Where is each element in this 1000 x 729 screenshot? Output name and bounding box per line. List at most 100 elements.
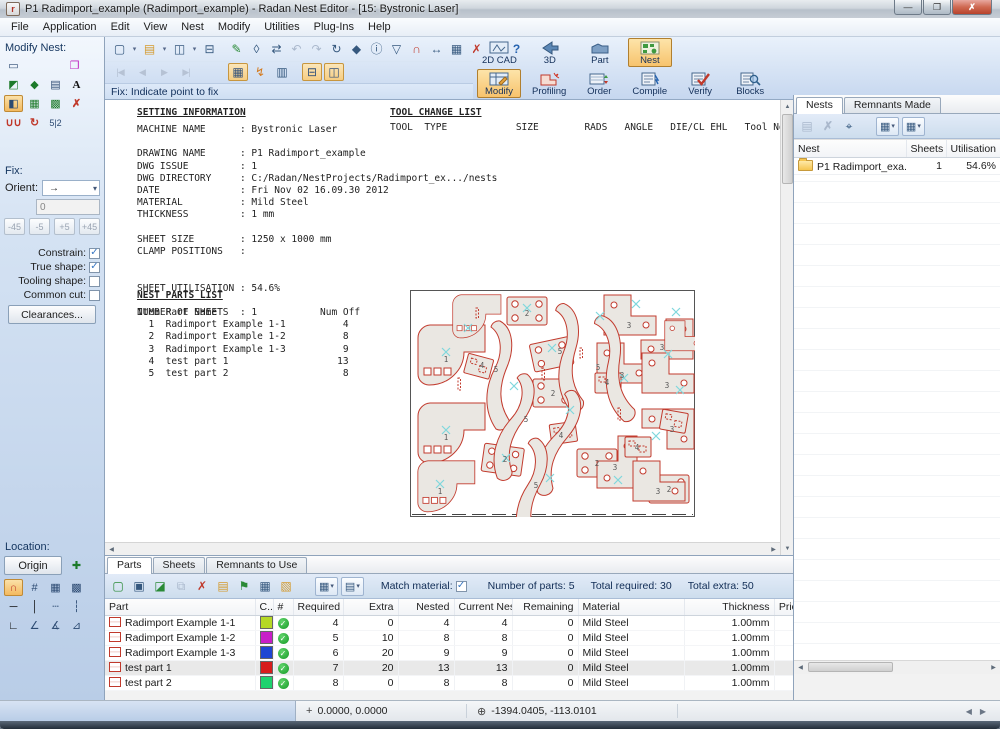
new-caret-icon[interactable]: ▾ bbox=[130, 40, 139, 58]
edit-icon[interactable]: ✎ bbox=[227, 40, 246, 58]
column-options-dropdown[interactable]: ▦▾ bbox=[902, 117, 925, 136]
table-row[interactable]: Radimport Example 1-1 ✓ 4 0 4 4 0 Mild S… bbox=[105, 616, 816, 631]
panel-scroll-arrows[interactable]: ◀▶ bbox=[966, 707, 1000, 716]
tooling-shape-checkbox[interactable] bbox=[89, 276, 100, 287]
document-vertical-scrollbar[interactable]: ▲ ▼ bbox=[780, 100, 793, 555]
move-part-icon[interactable]: ◩ bbox=[4, 76, 23, 93]
mode-profiling-button[interactable]: Profiling bbox=[527, 69, 571, 98]
rotate-part-icon[interactable]: ↻ bbox=[25, 114, 44, 131]
document-horizontal-scrollbar[interactable]: ◀ ▶ bbox=[105, 542, 780, 555]
angle-input[interactable] bbox=[36, 199, 100, 215]
tab-parts[interactable]: Parts bbox=[107, 557, 152, 574]
sheet-outline-icon[interactable]: ▭ bbox=[4, 57, 23, 74]
tab-remnants-to-use[interactable]: Remnants to Use bbox=[206, 557, 307, 573]
split-vertical-icon[interactable]: ◫ bbox=[324, 63, 344, 81]
lasso-icon[interactable]: ∪∪ bbox=[4, 114, 23, 131]
pick-icon[interactable]: ◆ bbox=[347, 40, 366, 58]
tab-sheets[interactable]: Sheets bbox=[153, 557, 206, 573]
mode-compile-button[interactable]: Compile bbox=[627, 69, 672, 98]
scroll-left-icon[interactable]: ◀ bbox=[794, 661, 807, 674]
right-triangle-icon[interactable]: ⊿ bbox=[67, 617, 86, 634]
calculator-icon[interactable]: ▦ bbox=[447, 40, 466, 58]
copy-part-icon[interactable]: ⧉ bbox=[172, 577, 190, 595]
open-icon[interactable]: ▤ bbox=[140, 40, 159, 58]
fix-part-icon[interactable]: ◧ bbox=[4, 95, 23, 112]
rotate-plus45-button[interactable]: +45 bbox=[79, 218, 100, 235]
offset-h-icon[interactable]: ┄ bbox=[46, 598, 65, 615]
table-row-selected[interactable]: test part 1 ✓ 7 20 13 13 0 Mild Steel 1.… bbox=[105, 661, 816, 676]
menu-modify[interactable]: Modify bbox=[211, 19, 257, 35]
renest-icon[interactable]: ▩ bbox=[46, 95, 65, 112]
probe-icon[interactable]: ◊ bbox=[247, 40, 266, 58]
sheet-grid-icon[interactable]: ▥ bbox=[272, 63, 292, 81]
swap-icon[interactable]: ⇄ bbox=[267, 40, 286, 58]
redo-icon[interactable]: ↷ bbox=[307, 40, 326, 58]
menu-nest[interactable]: Nest bbox=[174, 19, 211, 35]
menu-edit[interactable]: Edit bbox=[104, 19, 137, 35]
scrollbar-thumb[interactable] bbox=[782, 114, 793, 184]
table-row[interactable]: Radimport Example 1-2 ✓ 5 10 8 8 0 Mild … bbox=[105, 631, 816, 646]
undo-icon[interactable]: ↶ bbox=[287, 40, 306, 58]
new-part-icon[interactable]: ▢ bbox=[109, 577, 127, 595]
next-sheet-icon[interactable]: ▶ bbox=[154, 64, 174, 81]
menu-plugins[interactable]: Plug-Ins bbox=[307, 19, 361, 35]
first-sheet-icon[interactable]: |◀ bbox=[110, 64, 130, 81]
mode-2dcad-button[interactable]: 2D CAD bbox=[477, 38, 522, 67]
open-part-icon[interactable]: ▤ bbox=[214, 577, 232, 595]
exit-nest-icon[interactable]: ❐ bbox=[65, 57, 84, 74]
orient-dropdown[interactable]: → ▾ bbox=[42, 180, 100, 196]
datum-cross-icon[interactable]: ✚ bbox=[67, 557, 86, 574]
sheet-view-icon[interactable]: ▦ bbox=[228, 63, 248, 81]
add-part-icon[interactable]: ◪ bbox=[151, 577, 169, 595]
info-icon[interactable]: ⓘ bbox=[367, 40, 386, 58]
locate-nest-icon[interactable]: ⌖ bbox=[840, 117, 858, 135]
measured-angle-icon[interactable]: ∡ bbox=[46, 617, 65, 634]
split-horizontal-icon[interactable]: ⊟ bbox=[302, 63, 322, 81]
match-material-checkbox[interactable] bbox=[456, 581, 467, 592]
minimize-button[interactable]: — bbox=[894, 0, 922, 15]
nest-document[interactable]: SETTING INFORMATION MACHINE NAME : Bystr… bbox=[105, 100, 780, 542]
fine-grid-icon[interactable]: ▦ bbox=[46, 579, 65, 596]
measure-icon[interactable]: ↔ bbox=[427, 40, 446, 58]
scrollbar-thumb[interactable] bbox=[808, 662, 893, 672]
add-part-icon[interactable]: ◆ bbox=[25, 76, 44, 93]
open-nest-icon[interactable]: ▤ bbox=[798, 117, 816, 135]
rotate-view-icon[interactable]: ↻ bbox=[327, 40, 346, 58]
delete-icon[interactable]: ✗ bbox=[67, 95, 86, 112]
rotate-plus5-button[interactable]: +5 bbox=[54, 218, 75, 235]
grid-icon[interactable]: # bbox=[25, 579, 44, 596]
new-icon[interactable]: ▢ bbox=[110, 40, 129, 58]
nest-block-icon[interactable]: ▦ bbox=[25, 95, 44, 112]
nest-preview[interactable]: 1 1 1 2 2 2 2 2 3 3 3 3 3 3 3 4 4 4 4 5 … bbox=[410, 290, 695, 517]
print-icon[interactable]: ⊟ bbox=[200, 40, 219, 58]
open-caret-icon[interactable]: ▾ bbox=[160, 40, 169, 58]
flag-icon[interactable]: ⚑ bbox=[235, 577, 253, 595]
tab-remnants-made[interactable]: Remnants Made bbox=[844, 97, 941, 113]
origin-button[interactable]: Origin bbox=[4, 556, 62, 575]
view-mode-dropdown[interactable]: ▦▾ bbox=[315, 577, 338, 596]
delete-nest-icon[interactable]: ✗ bbox=[819, 117, 837, 135]
true-shape-checkbox[interactable] bbox=[89, 262, 100, 273]
menu-file[interactable]: File bbox=[4, 19, 36, 35]
rotate-minus5-button[interactable]: -5 bbox=[29, 218, 50, 235]
column-options-dropdown[interactable]: ▤▾ bbox=[341, 577, 364, 596]
delete-part-icon[interactable]: ✗ bbox=[193, 577, 211, 595]
table-view-icon[interactable]: ▦ bbox=[256, 577, 274, 595]
rotate-minus45-button[interactable]: -45 bbox=[4, 218, 25, 235]
mode-verify-button[interactable]: Verify bbox=[678, 69, 722, 98]
maximize-button[interactable]: ❐ bbox=[923, 0, 951, 15]
save-icon[interactable]: ◫ bbox=[170, 40, 189, 58]
common-cut-checkbox[interactable] bbox=[89, 290, 100, 301]
table-row[interactable]: Radimport Example 1-3 ✓ 6 20 9 9 0 Mild … bbox=[105, 646, 816, 661]
angle-icon[interactable]: ∠ bbox=[25, 617, 44, 634]
offset-v-icon[interactable]: ┆ bbox=[67, 598, 86, 615]
scroll-right-icon[interactable]: ▶ bbox=[987, 661, 1000, 674]
menu-help[interactable]: Help bbox=[361, 19, 398, 35]
vertical-line-icon[interactable]: │ bbox=[25, 598, 44, 615]
split-count-icon[interactable]: 5|2 bbox=[46, 114, 65, 131]
corner-angle-icon[interactable]: ∟ bbox=[4, 617, 23, 634]
mode-part-button[interactable]: Part bbox=[578, 38, 622, 67]
edit-part-icon[interactable]: ▧ bbox=[277, 577, 295, 595]
horizontal-line-icon[interactable]: ─ bbox=[4, 598, 23, 615]
mode-order-button[interactable]: Order bbox=[577, 69, 621, 98]
